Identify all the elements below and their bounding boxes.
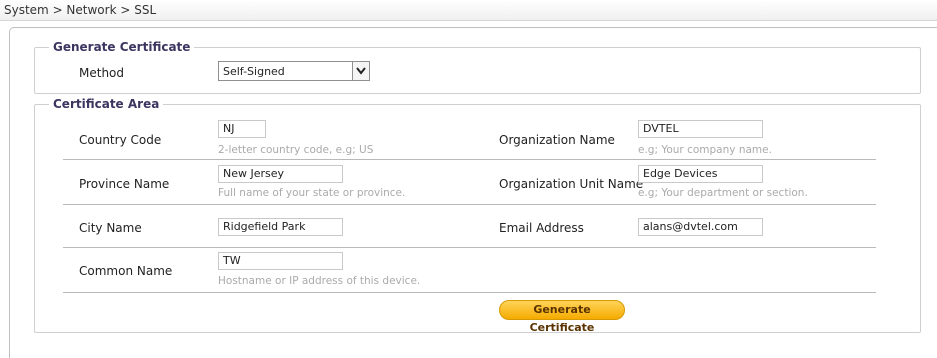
generate-certificate-button[interactable]: Generate Certificate — [499, 300, 625, 334]
city-name-input[interactable]: Ridgefield Park — [218, 218, 343, 236]
country-code-input[interactable]: NJ — [218, 120, 266, 138]
row-divider — [63, 159, 876, 160]
country-code-hint: 2-letter country code, e.g; US — [218, 144, 374, 156]
common-name-label: Common Name — [79, 264, 173, 278]
certificate-area-legend: Certificate Area — [53, 97, 160, 111]
breadcrumb: System > Network > SSL — [4, 3, 157, 17]
method-selected-value: Self-Signed — [223, 65, 285, 78]
organization-name-input[interactable]: DVTEL — [638, 120, 763, 138]
common-name-hint: Hostname or IP address of this device. — [218, 275, 421, 287]
chevron-down-icon — [356, 67, 366, 75]
row-divider — [63, 292, 876, 293]
generate-certificate-group: Generate Certificate — [34, 40, 921, 94]
organization-unit-name-hint: e.g; Your department or section. — [638, 187, 808, 199]
organization-name-label: Organization Name — [499, 133, 615, 147]
country-code-label: Country Code — [79, 133, 162, 147]
method-select[interactable]: Self-Signed — [218, 61, 370, 81]
organization-unit-name-input[interactable]: Edge Devices — [638, 165, 763, 183]
city-name-label: City Name — [79, 221, 142, 235]
common-name-input[interactable]: TW — [218, 252, 343, 270]
breadcrumb-bar: System > Network > SSL — [0, 0, 937, 21]
province-name-label: Province Name — [79, 177, 170, 191]
email-address-input[interactable]: alans@dvtel.com — [638, 218, 763, 236]
province-name-input[interactable]: New Jersey — [218, 165, 343, 183]
organization-name-hint: e.g; Your company name. — [638, 144, 772, 156]
email-address-label: Email Address — [499, 221, 584, 235]
certificate-area-group: Certificate Area — [34, 97, 921, 333]
row-divider — [63, 247, 876, 248]
organization-unit-name-label: Organization Unit Name — [499, 177, 644, 191]
province-name-hint: Full name of your state or province. — [218, 187, 406, 199]
generate-certificate-legend: Generate Certificate — [53, 40, 191, 54]
row-divider — [63, 204, 876, 205]
method-label: Method — [79, 66, 125, 80]
method-dropdown-button[interactable] — [352, 62, 369, 80]
